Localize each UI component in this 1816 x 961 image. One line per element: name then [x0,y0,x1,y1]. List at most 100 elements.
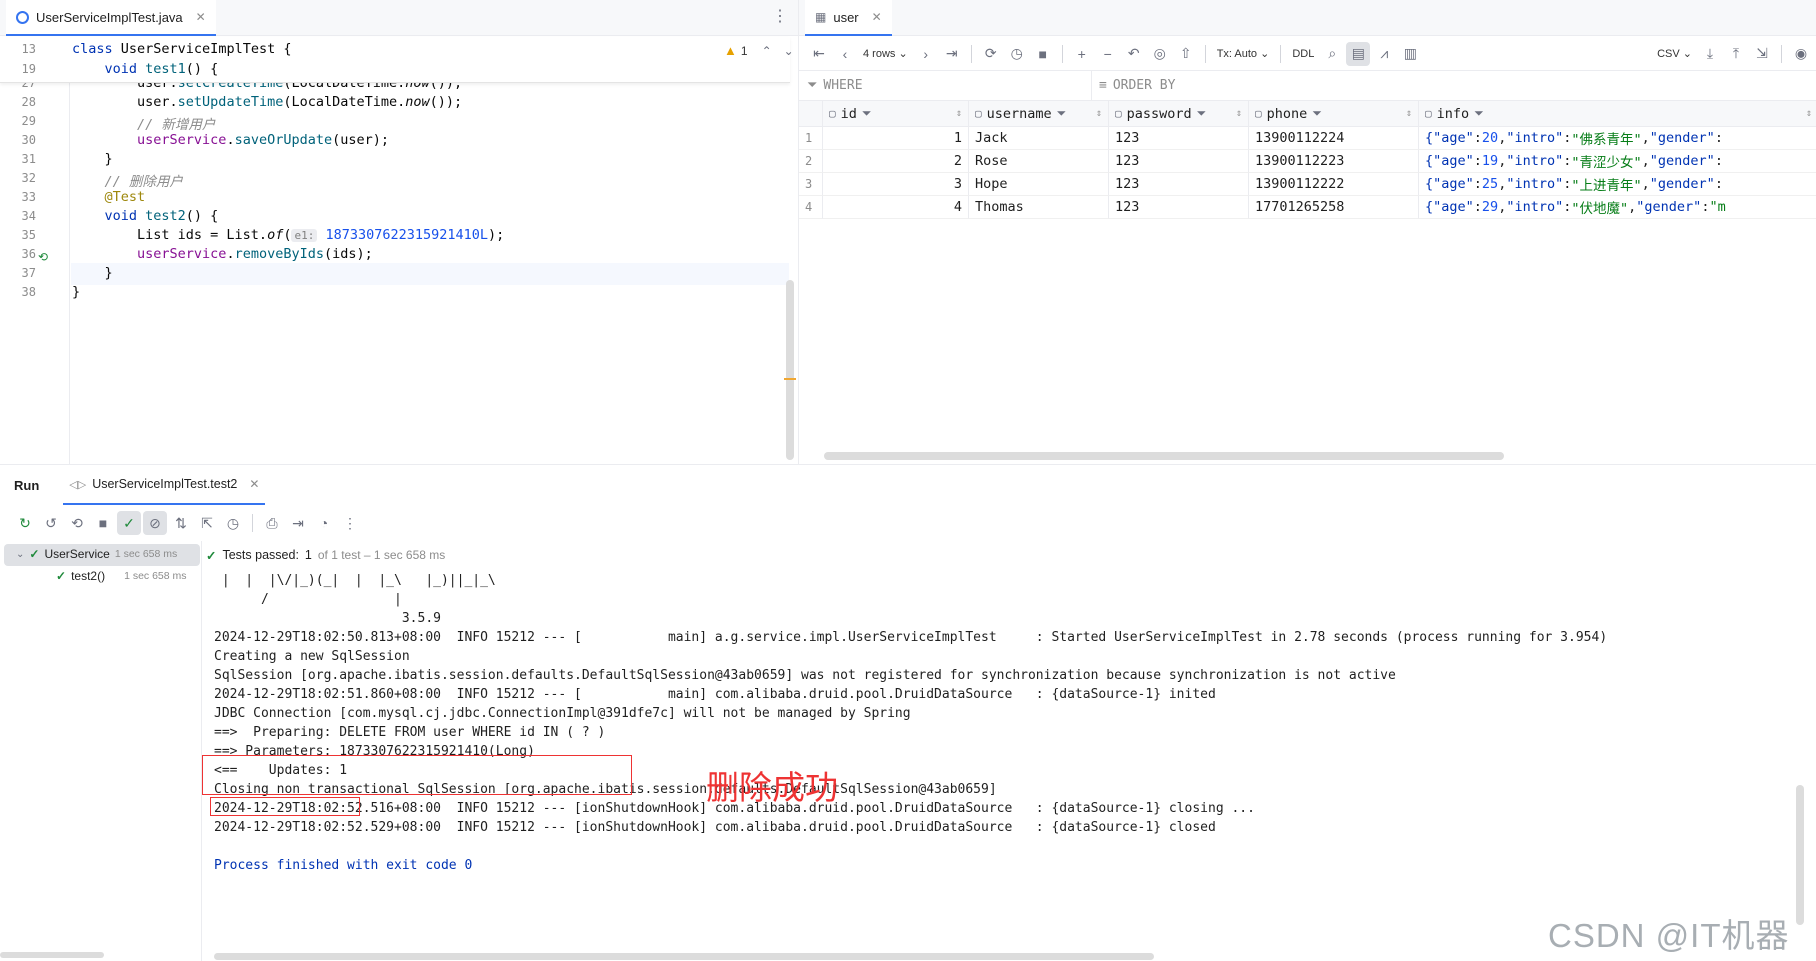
chart-icon[interactable]: ⩘ [1372,42,1396,66]
cell-phone[interactable]: 17701265258 [1249,196,1419,219]
scrollbar-warning-marker[interactable] [784,378,796,380]
code-line[interactable]: userService.saveOrUpdate(user); [72,132,389,148]
revert-icon[interactable]: ↶ [1122,42,1146,66]
cell-info[interactable]: {"age": 29, "intro": "伏地魔", "gender": "m [1419,196,1816,219]
filter-icon[interactable]: ⏷ [862,106,872,121]
eye-icon[interactable]: ◉ [1789,42,1813,66]
code-line[interactable]: List ids = List.of(e1: 18733076223159214… [72,227,504,243]
chevron-up-icon[interactable]: ⌃ [762,44,772,58]
toggle-auto-test-icon[interactable]: ⟲ [65,511,89,535]
cell-phone[interactable]: 13900112224 [1249,127,1419,150]
sticky-code-line[interactable]: void test1() { [72,61,219,77]
compare-icon[interactable]: ▥ [1398,42,1422,66]
remove-row-icon[interactable]: − [1096,42,1120,66]
filter-icon[interactable]: ⏷ [1312,106,1322,121]
coverage-icon[interactable]: ◔ [312,511,336,535]
code-line[interactable]: user.setUpdateTime(LocalDateTime.now()); [72,94,462,110]
chevron-down-icon[interactable]: ⌄ [784,44,794,58]
code-line[interactable]: } [72,151,113,167]
code-line[interactable]: @Test [72,189,146,205]
sticky-code-line[interactable]: class UserServiceImplTest { [72,41,291,57]
code-line[interactable]: void test2() { [72,208,219,224]
show-passed-icon[interactable]: ✓ [117,511,141,535]
more-options-icon[interactable]: ⋮ [772,6,788,26]
code-line[interactable]: } [72,265,113,281]
tree-item-test2[interactable]: ✓ test2() 1 sec 658 ms [56,569,187,583]
next-page-icon[interactable]: › [914,42,938,66]
cell-info[interactable]: {"age": 19, "intro": "青涩少女", "gender": [1419,150,1816,173]
code-line[interactable]: } [72,284,80,300]
cell-password[interactable]: 123 [1109,173,1249,196]
prev-page-icon[interactable]: ‹ [833,42,857,66]
rows-count-dropdown[interactable]: 4 rows ⌄ [859,42,912,66]
cell-username[interactable]: Rose [969,150,1109,173]
filter-icon[interactable]: ⏷ [1197,106,1207,121]
history-icon[interactable]: ◷ [221,511,245,535]
editor-tab-userserviceimpltest[interactable]: UserServiceImplTest.java ✕ [6,0,216,36]
db-tab-user[interactable]: ▦ user ✕ [805,0,892,36]
tree-horizontal-scrollbar[interactable] [0,952,104,958]
first-page-icon[interactable]: ⇤ [807,42,831,66]
ddl-button[interactable]: DDL [1288,42,1318,66]
code-line[interactable]: // 删除用户 [72,170,183,190]
layout-icon[interactable]: ⇲ [1750,42,1774,66]
sort-icon[interactable]: ⇅ [169,511,193,535]
refresh-icon[interactable]: ⟳ [979,42,1003,66]
history-icon[interactable]: ◷ [1005,42,1029,66]
tree-item-userservice[interactable]: ⌄ ✓ UserService 1 sec 658 ms [16,547,177,561]
sort-icon[interactable]: ⇕ [956,108,962,119]
close-icon[interactable]: ✕ [872,10,882,24]
grid-horizontal-scrollbar[interactable] [824,452,1504,460]
code-line[interactable]: // 新增用户 [72,113,215,133]
submit-icon[interactable]: ⇧ [1174,42,1198,66]
cell-phone[interactable]: 13900112223 [1249,150,1419,173]
cell-info[interactable]: {"age": 25, "intro": "上进青年", "gender": [1419,173,1816,196]
stop-icon[interactable]: ■ [1031,42,1055,66]
console-vertical-scrollbar[interactable] [1796,785,1804,925]
upload-icon[interactable]: ⤒ [1724,42,1748,66]
order-by-filter[interactable]: ≡ ORDER BY [1099,78,1175,93]
cell-username[interactable]: Jack [969,127,1109,150]
run-test-gutter-icon[interactable]: ⟲ [38,250,48,264]
sort-icon[interactable]: ⇕ [1236,108,1242,119]
console-horizontal-scrollbar[interactable] [214,953,1154,960]
cell-info[interactable]: {"age": 20, "intro": "佛系青年", "gender": [1419,127,1816,150]
stop-icon[interactable]: ■ [91,511,115,535]
sort-icon[interactable]: ⇕ [1806,108,1812,119]
cell-password[interactable]: 123 [1109,150,1249,173]
search-icon[interactable]: ⌕ [1320,42,1344,66]
cell-password[interactable]: 123 [1109,196,1249,219]
inspection-widget[interactable]: ▲ 1 ⌃ ⌄ [724,43,794,58]
download-icon[interactable]: ⤓ [1698,42,1722,66]
rerun-icon[interactable]: ↻ [13,511,37,535]
cell-phone[interactable]: 13900112222 [1249,173,1419,196]
rerun-failed-icon[interactable]: ↺ [39,511,63,535]
column-header-id[interactable]: ▢ id ⏷ ⇕ [823,101,969,127]
cell-username[interactable]: Hope [969,173,1109,196]
code-line[interactable]: userService.removeByIds(ids); [72,246,373,262]
column-header-username[interactable]: ▢ username ⏷ ⇕ [969,101,1109,127]
column-header-password[interactable]: ▢ password ⏷ ⇕ [1109,101,1249,127]
export-format-dropdown[interactable]: CSV ⌄ [1653,42,1696,66]
last-page-icon[interactable]: ⇥ [940,42,964,66]
sort-icon[interactable]: ⇕ [1096,108,1102,119]
cell-id[interactable]: 3 [823,173,969,196]
grid-view-icon[interactable]: ▤ [1346,41,1371,66]
filter-icon[interactable]: ⏷ [1057,106,1067,121]
filter-icon[interactable]: ⏷ [1474,106,1484,121]
more-options-icon[interactable]: ⋮ [338,511,362,535]
column-header-info[interactable]: ▢ info ⏷ ⇕ [1419,101,1816,127]
close-icon[interactable]: ✕ [249,477,259,491]
view-icon[interactable]: ◎ [1148,42,1172,66]
collapse-icon[interactable]: ⇱ [195,511,219,535]
cell-id[interactable]: 4 [823,196,969,219]
show-ignored-icon[interactable]: ⊘ [143,511,167,535]
cell-password[interactable]: 123 [1109,127,1249,150]
add-row-icon[interactable]: + [1070,42,1094,66]
import-icon[interactable]: ⇥ [286,511,310,535]
cell-id[interactable]: 2 [823,150,969,173]
close-icon[interactable]: ✕ [196,10,206,24]
column-header-phone[interactable]: ▢ phone ⏷ ⇕ [1249,101,1419,127]
run-tab-test2[interactable]: ◁▷ UserServiceImplTest.test2 ✕ [63,465,266,505]
sort-icon[interactable]: ⇕ [1406,108,1412,119]
